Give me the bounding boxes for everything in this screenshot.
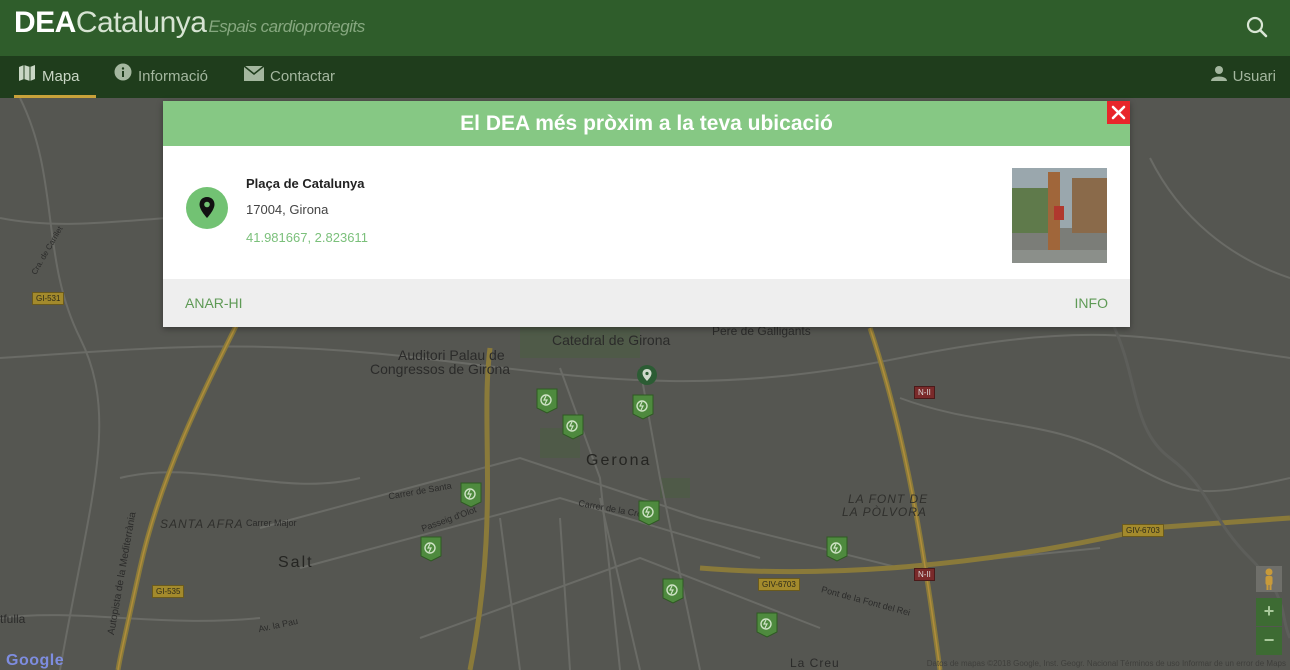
map-label-auditori-2: Congressos de Girona: [370, 361, 511, 377]
tab-contactar-label: Contactar: [270, 68, 336, 85]
dea-marker[interactable]: [756, 612, 778, 638]
dea-place-name: Plaça de Catalunya: [246, 176, 365, 191]
logo-tagline: Espais cardioprotegits: [208, 17, 365, 36]
app-logo[interactable]: DEACatalunya Espais cardioprotegits: [14, 6, 365, 40]
google-logo: Google: [6, 652, 65, 669]
zoom-in-button[interactable]: +: [1256, 598, 1282, 626]
map-label-font-1: LA FONT DE: [848, 492, 929, 506]
nearest-dea-dialog: El DEA més pròxim a la teva ubicació Pla…: [163, 101, 1130, 327]
map-label-gerona: Gerona: [586, 452, 652, 469]
tab-contactar[interactable]: Contactar: [243, 56, 336, 98]
map-label-salt: Salt: [278, 554, 314, 571]
dea-coordinates[interactable]: 41.981667, 2.823611: [246, 230, 368, 245]
tab-informacio-label: Informació: [138, 68, 209, 85]
tab-informacio[interactable]: Informació: [114, 56, 208, 98]
go-there-button[interactable]: ANAR-HI: [185, 279, 243, 327]
dea-marker[interactable]: [460, 482, 482, 508]
user-menu-label: Usuari: [1232, 68, 1276, 85]
map-label-font-2: LA PÒLVORA: [842, 505, 927, 519]
map-label-la-creu: La Creu: [790, 656, 840, 670]
info-icon: [114, 56, 132, 98]
road-badge-n2-a: N-II: [914, 386, 935, 399]
dea-marker[interactable]: [662, 578, 684, 604]
tab-mapa[interactable]: Mapa: [14, 56, 96, 98]
search-icon[interactable]: [1244, 14, 1270, 40]
user-icon: [1210, 56, 1227, 98]
road-badge-gi531: GI-531: [32, 292, 65, 305]
dea-marker[interactable]: [562, 414, 584, 440]
info-button[interactable]: INFO: [1075, 279, 1108, 327]
road-badge-giv6703-b: GIV-6703: [1122, 524, 1164, 537]
location-pin-icon: [186, 187, 228, 229]
road-badge-giv6703-a: GIV-6703: [758, 578, 800, 591]
road-badge-n2-b: N-II: [914, 568, 935, 581]
street-view-pegman-icon[interactable]: [1256, 566, 1282, 592]
map-label-catedral: Catedral de Girona: [552, 332, 671, 348]
dea-marker[interactable]: [420, 536, 442, 562]
dea-marker[interactable]: [638, 500, 660, 526]
map-label-santa-afra: SANTA AFRA: [160, 517, 244, 531]
map-label-tfulla: tfulla: [0, 612, 26, 626]
zoom-out-button[interactable]: −: [1256, 627, 1282, 655]
dea-marker[interactable]: [826, 536, 848, 562]
dea-marker[interactable]: [632, 394, 654, 420]
logo-bold: DEA: [14, 6, 76, 39]
mail-icon: [243, 56, 265, 98]
app-header: DEACatalunya Espais cardioprotegits: [0, 0, 1290, 56]
map-label-carrer-major: Carrer Major: [246, 518, 297, 528]
dea-marker[interactable]: [536, 388, 558, 414]
dialog-footer: ANAR-HI INFO: [163, 279, 1130, 327]
logo-light: Catalunya: [75, 6, 207, 39]
dea-address: 17004, Girona: [246, 202, 329, 217]
user-menu[interactable]: Usuari: [1210, 56, 1276, 98]
map-icon: [18, 56, 36, 98]
road-badge-gi535: GI-535: [152, 585, 185, 598]
main-nav: Mapa Informació Contactar Usuari: [0, 56, 1290, 98]
current-location-marker[interactable]: [636, 364, 658, 390]
close-icon[interactable]: [1107, 101, 1130, 124]
dialog-title: El DEA més pròxim a la teva ubicació: [163, 101, 1130, 146]
tab-mapa-label: Mapa: [42, 68, 80, 85]
map-attribution[interactable]: Datos de mapas ©2018 Google, Inst. Geogr…: [927, 659, 1286, 668]
dea-photo[interactable]: [1012, 168, 1107, 263]
